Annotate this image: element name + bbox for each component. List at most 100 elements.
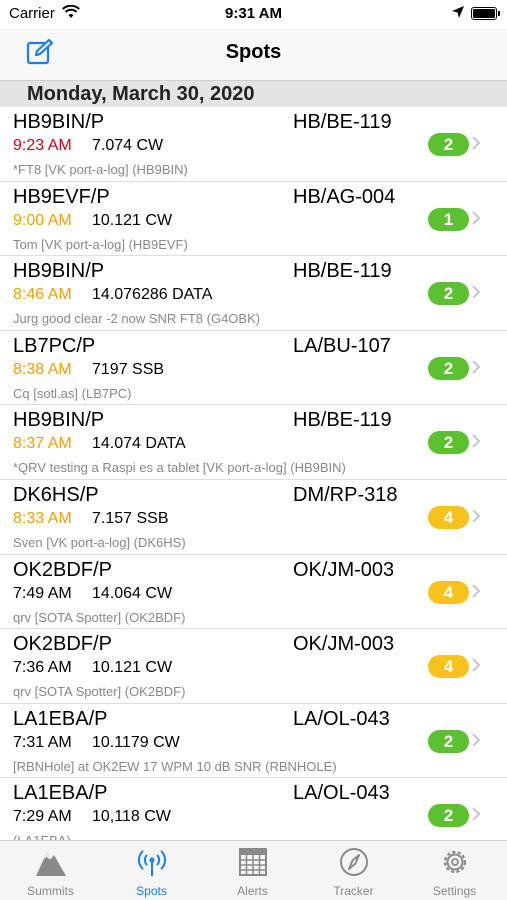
navigation-bar: Spots (0, 28, 507, 80)
summit-reference: OK/JM-003 (293, 633, 395, 656)
mountain-icon (36, 852, 66, 876)
spot-time: 8:38 AM (13, 360, 72, 378)
points-badge: 2 (428, 356, 469, 380)
spot-comment: Jurg good clear -2 now SNR FT8 (G4OBK) (13, 311, 261, 327)
points-badge: 2 (428, 804, 469, 828)
spot-row[interactable]: HB9BIN/P HB/BE-119 8:46 AM 14.076286 DATA Ju… (0, 256, 507, 331)
spot-row[interactable]: OK2BDF/P OK/JM-003 7:36 AM 10.121 CW qrv [SO… (0, 629, 507, 704)
callsign: DK6HS/P (13, 483, 99, 506)
location-arrow-icon (452, 6, 464, 18)
tab-label: Summits (27, 884, 74, 898)
status-bar: Carrier 9:31 AM (0, 0, 507, 28)
spot-comment: Tom [VK port-a-log] (HB9EVF) (13, 236, 188, 252)
summit-reference: HB/BE-119 (293, 409, 392, 432)
frequency-mode: 10.121 CW (92, 211, 173, 229)
summit-reference: HB/BE-119 (293, 111, 392, 133)
spot-time: 8:33 AM (13, 509, 72, 527)
spot-row[interactable]: LB7PC/P LA/BU-107 8:38 AM 7197 SSB Cq [sotl.… (0, 331, 507, 406)
chevron-right-icon (472, 583, 481, 598)
spot-comment: *FT8 [VK port-a-log] (HB9BIN) (13, 162, 188, 177)
spot-time: 7:36 AM (13, 659, 72, 677)
callsign: HB9BIN/P (13, 111, 105, 133)
summit-reference: LA/BU-107 (293, 334, 391, 357)
chevron-right-icon (472, 658, 481, 672)
spot-row[interactable]: HB9BIN/P HB/BE-119 8:37 AM 14.074 DATA *QRV … (0, 405, 507, 480)
tab-label: Tracker (333, 884, 374, 898)
summit-reference: LA/OL-043 (293, 782, 390, 805)
summit-reference: LA/OL-043 (293, 707, 390, 730)
spot-time: 8:46 AM (13, 286, 72, 304)
summit-reference: DM/RP-318 (293, 483, 398, 506)
spot-comment: Sven [VK port-a-log] (DK6HS) (13, 534, 186, 550)
spot-comment: Cq [sotl.as] (LB7PC) (13, 385, 132, 401)
frequency-mode: 14.074 DATA (92, 435, 186, 453)
spot-row[interactable]: HB9EVF/P HB/AG-004 9:00 AM 10.121 CW Tom [VK… (0, 182, 507, 257)
spot-row[interactable]: OK2BDF/P OK/JM-003 7:49 AM 14.064 CW qrv [SO… (0, 555, 507, 630)
spot-time: 7:29 AM (13, 808, 72, 826)
chevron-right-icon (472, 807, 481, 822)
status-time: 9:31 AM (225, 5, 282, 22)
tab-settings[interactable]: Settings (404, 841, 505, 900)
spot-row[interactable]: LA1EBA/P LA/OL-043 7:29 AM 10,118 CW (LA1EBA… (0, 778, 507, 840)
tab-tracker[interactable]: Tracker (303, 841, 404, 900)
frequency-mode: 10,118 CW (92, 808, 171, 826)
callsign: OK2BDF/P (13, 558, 112, 581)
spot-time: 8:37 AM (13, 435, 72, 453)
spots-list[interactable]: Monday, March 30, 2020 HB9BIN/P HB/BE-119… (0, 80, 507, 840)
frequency-mode: 14.064 CW (92, 584, 173, 602)
callsign: LA1EBA/P (13, 782, 108, 805)
tab-summits[interactable]: Summits (0, 841, 101, 900)
points-badge: 2 (428, 431, 469, 455)
date-section-header: Monday, March 30, 2020 (0, 80, 507, 107)
chevron-right-icon (472, 210, 481, 225)
callsign: HB9EVF/P (13, 185, 110, 208)
spot-row[interactable]: DK6HS/P DM/RP-318 8:33 AM 7.157 SSB Sven [VK… (0, 480, 507, 555)
summit-reference: HB/AG-004 (293, 185, 396, 208)
tab-bar: Summits Spots Alerts Tracker Settings (0, 840, 507, 900)
frequency-mode: 10.121 CW (92, 659, 173, 677)
summit-reference: HB/BE-119 (293, 260, 392, 283)
tab-label: Alerts (237, 884, 268, 898)
spot-comment: qrv [SOTA Spotter] (OK2BDF) (13, 684, 186, 700)
gear-icon (443, 850, 467, 874)
chevron-right-icon (472, 733, 481, 747)
antenna-icon (137, 850, 167, 876)
callsign: LB7PC/P (13, 334, 96, 357)
battery-icon (471, 7, 500, 20)
tab-label: Settings (432, 884, 477, 898)
frequency-mode: 10.1179 CW (92, 733, 180, 751)
points-badge: 2 (428, 133, 469, 156)
spot-comment: [RBNHole] at OK2EW 17 WPM 10 dB SNR (RBN… (13, 758, 337, 774)
spot-time: 7:31 AM (13, 733, 72, 751)
frequency-mode: 7.074 CW (92, 137, 164, 154)
chevron-right-icon (472, 360, 481, 374)
frequency-mode: 7.157 SSB (92, 509, 169, 527)
spot-row[interactable]: HB9BIN/P HB/BE-119 9:23 AM 7.074 CW *FT8 [VK… (0, 107, 507, 182)
callsign: HB9BIN/P (13, 409, 105, 432)
spot-time: 9:00 AM (13, 211, 72, 229)
chevron-right-icon (472, 509, 481, 523)
chevron-right-icon (472, 136, 481, 150)
calendar-icon (239, 848, 267, 876)
callsign: OK2BDF/P (13, 633, 112, 656)
spot-time: 9:23 AM (13, 137, 72, 154)
tab-alerts[interactable]: Alerts (202, 841, 303, 900)
points-badge: 4 (428, 655, 469, 679)
spot-comment: (LA1EBA) (13, 833, 71, 840)
spot-comment: qrv [SOTA Spotter] (OK2BDF) (13, 609, 186, 625)
points-badge: 4 (428, 505, 469, 529)
tab-spots[interactable]: Spots (101, 841, 202, 900)
points-badge: 1 (428, 207, 469, 231)
spot-row[interactable]: LA1EBA/P LA/OL-043 7:31 AM 10.1179 CW [RBNHo… (0, 704, 507, 779)
summit-reference: OK/JM-003 (293, 558, 395, 581)
points-badge: 4 (428, 580, 469, 604)
frequency-mode: 14.076286 DATA (92, 286, 213, 304)
frequency-mode: 7197 SSB (92, 360, 165, 378)
points-badge: 2 (428, 282, 469, 306)
tab-label: Spots (136, 884, 167, 898)
spot-time: 7:49 AM (13, 584, 72, 602)
callsign: HB9BIN/P (13, 260, 105, 283)
page-title: Spots (225, 41, 282, 63)
chevron-right-icon (472, 434, 481, 449)
points-badge: 2 (428, 729, 469, 753)
